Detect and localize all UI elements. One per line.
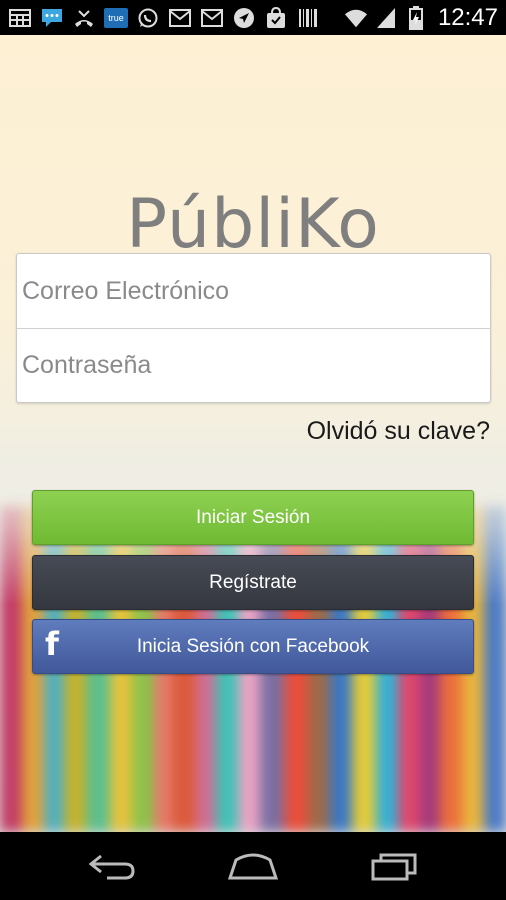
facebook-button-label: Inicia Sesión con Facebook (136, 635, 370, 657)
battery-charging-icon (404, 6, 428, 30)
barcode-icon (296, 7, 320, 29)
true-app-icon: true (104, 7, 128, 29)
email-placeholder: Correo Electrónico (22, 276, 230, 305)
back-icon[interactable] (82, 850, 142, 882)
facebook-login-button[interactable]: f Inicia Sesión con Facebook (32, 619, 474, 674)
clock: 12:47 (437, 4, 498, 31)
missed-call-icon (72, 7, 96, 29)
whatsapp-icon (136, 7, 160, 29)
register-button[interactable]: Regístrate (32, 555, 474, 610)
signal-icon (374, 7, 398, 29)
password-placeholder: Contraseña (22, 350, 152, 379)
sms-icon (40, 7, 64, 29)
login-button[interactable]: Iniciar Sesión (32, 490, 474, 545)
recent-apps-icon[interactable] (364, 850, 424, 882)
status-bar: true 12:47 (0, 0, 506, 35)
login-form: Correo Electrónico Contraseña (16, 253, 491, 403)
calendar-grid-icon (8, 7, 32, 29)
password-field[interactable]: Contraseña (17, 328, 490, 402)
login-screen: PúbliKo Correo Electrónico Contraseña Ol… (0, 35, 506, 832)
shopping-bag-icon (264, 7, 288, 29)
gmail-icon (200, 7, 224, 29)
forgot-password-link[interactable]: Olvidó su clave? (307, 417, 490, 446)
gmail-icon (168, 7, 192, 29)
navigation-bar (0, 832, 506, 900)
notification-icons: true (8, 6, 320, 30)
system-status: 12:47 (344, 4, 498, 32)
wifi-icon (344, 7, 368, 29)
home-icon[interactable] (223, 850, 283, 882)
facebook-icon: f (45, 625, 59, 663)
navigation-icon (232, 7, 256, 29)
email-field[interactable]: Correo Electrónico (17, 254, 490, 329)
